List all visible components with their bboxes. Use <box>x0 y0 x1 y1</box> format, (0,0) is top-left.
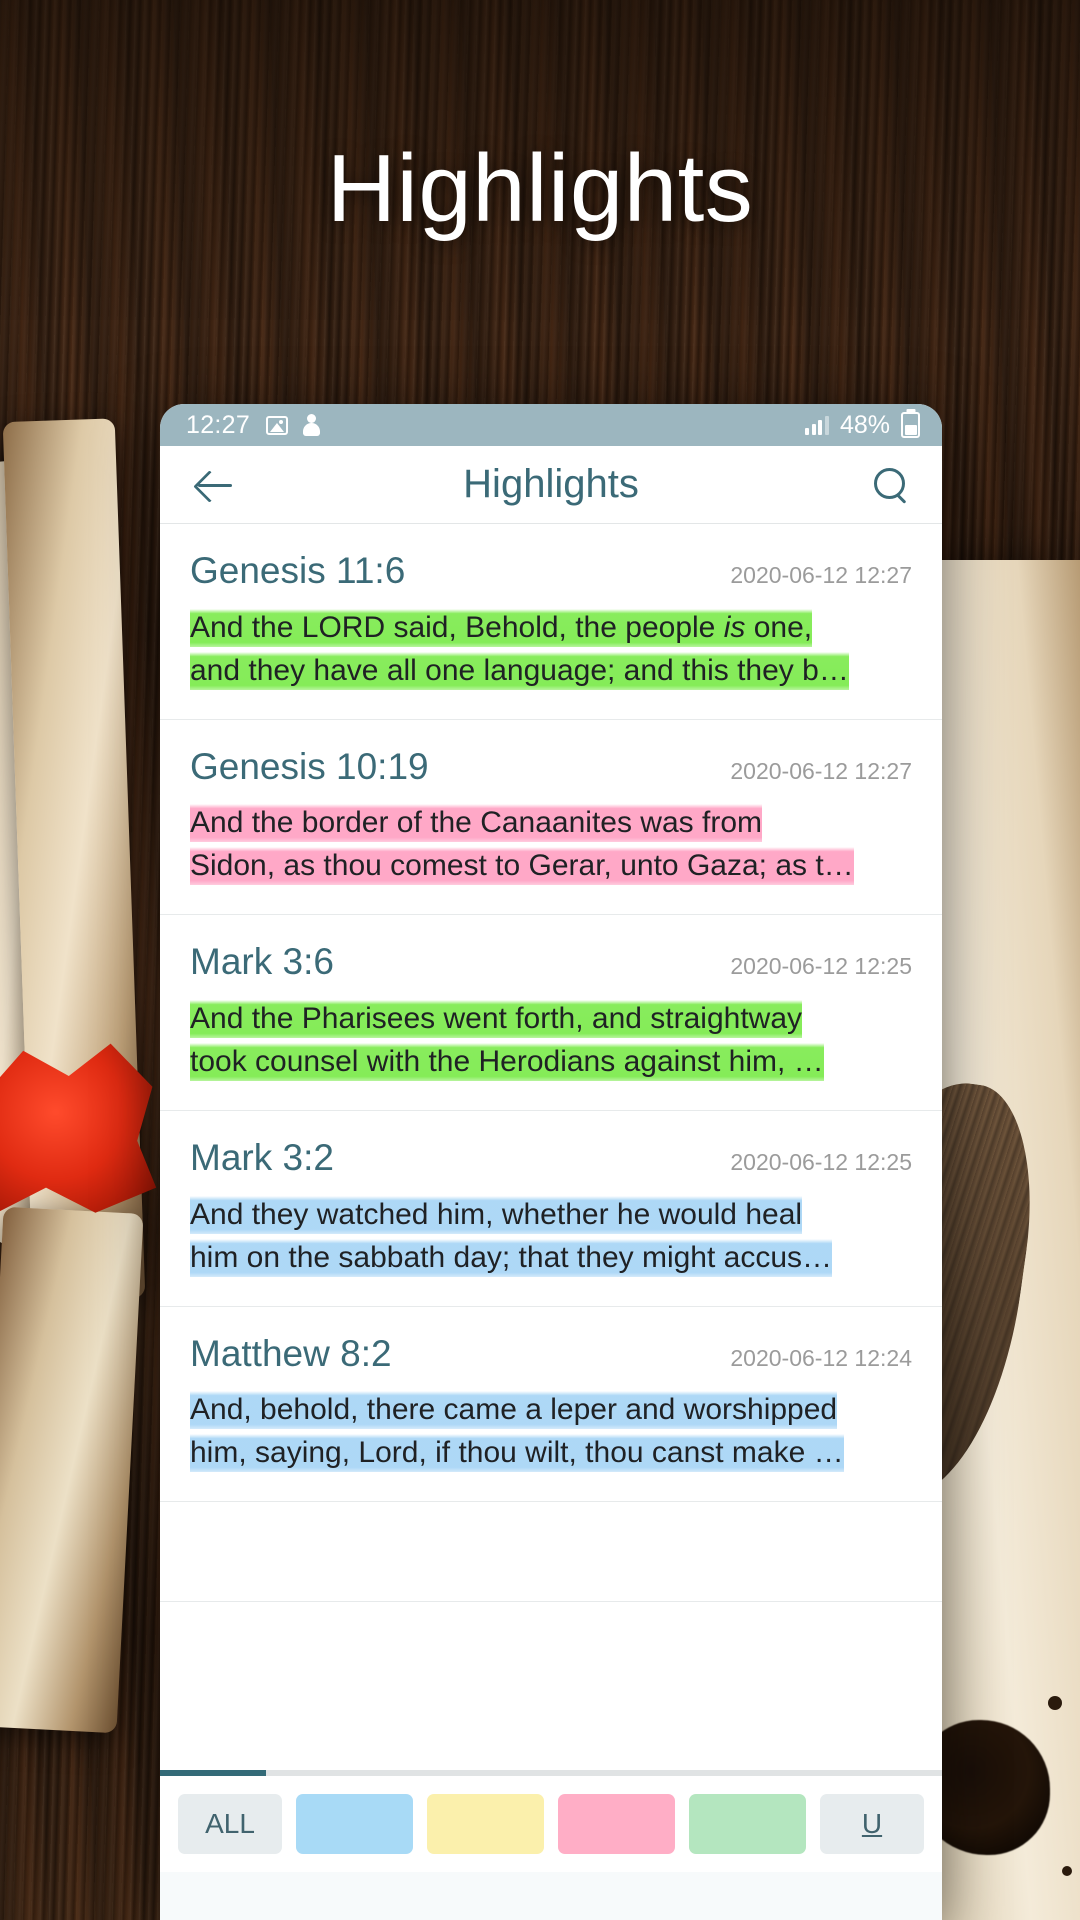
list-item-header: Mark 3:6 2020-06-12 12:25 <box>190 941 912 983</box>
verse-text: And they watched him, whether he would h… <box>190 1194 912 1280</box>
status-bar: 12:27 48% <box>160 404 942 446</box>
list-item[interactable]: Genesis 11:6 2020-06-12 12:27 And the LO… <box>160 524 942 720</box>
list-item-header: Genesis 11:6 2020-06-12 12:27 <box>190 550 912 591</box>
verse-text: And the LORD said, Behold, the people is… <box>190 607 912 693</box>
bottom-navigation-area <box>160 1872 942 1920</box>
verse-line-1: And the border of the Canaanites was fro… <box>190 804 762 843</box>
signal-icon <box>805 415 829 435</box>
verse-text: And the border of the Canaanites was fro… <box>190 802 912 888</box>
list-item-header: Matthew 8:2 2020-06-12 12:24 <box>190 1332 912 1374</box>
filter-swatch-blue[interactable] <box>296 1794 413 1854</box>
verse-line-1: And, behold, there came a leper and wors… <box>190 1391 838 1430</box>
verse-reference: Mark 3:2 <box>190 1136 334 1178</box>
filter-scrollbar-thumb[interactable] <box>160 1770 266 1776</box>
highlight-timestamp: 2020-06-12 12:24 <box>730 1344 912 1371</box>
verse-text: And the Pharisees went forth, and straig… <box>190 998 912 1084</box>
filter-all-button[interactable]: ALL <box>178 1794 282 1854</box>
verse-line-1: And the Pharisees went forth, and straig… <box>190 1000 803 1039</box>
search-icon[interactable] <box>874 467 908 502</box>
status-time: 12:27 <box>186 410 251 439</box>
list-item[interactable]: Genesis 10:19 2020-06-12 12:27 And the b… <box>160 719 942 916</box>
page-title: Highlights <box>326 135 754 242</box>
list-item-header: Genesis 10:19 2020-06-12 12:27 <box>190 745 912 787</box>
phone-screenshot: 12:27 48% Highlights Genesis 11:6 2020-0… <box>160 404 942 1920</box>
battery-percent: 48% <box>839 410 890 439</box>
list-item[interactable]: Mark 3:6 2020-06-12 12:25 And the Pharis… <box>160 915 942 1111</box>
verse-reference: Genesis 10:19 <box>190 745 429 787</box>
list-item[interactable]: Mark 3:2 2020-06-12 12:25 And they watch… <box>160 1110 942 1307</box>
verse-line-1-emphasis: is <box>723 610 746 644</box>
verse-line-2: him on the sabbath day; that they might … <box>190 1238 833 1277</box>
back-arrow-icon[interactable] <box>194 464 236 506</box>
verse-line-2: him, saying, Lord, if thou wilt, thou ca… <box>190 1434 844 1473</box>
verse-line-2: Sidon, as thou comest to Gerar, unto Gaz… <box>190 847 854 886</box>
filter-swatch-pink[interactable] <box>558 1794 675 1854</box>
list-item[interactable]: Matthew 8:2 2020-06-12 12:24 And, behold… <box>160 1306 942 1503</box>
verse-line-1-post: one, <box>745 610 813 644</box>
verse-reference: Mark 3:6 <box>190 941 334 983</box>
battery-icon <box>901 412 920 438</box>
verse-line-1: And they watched him, whether he would h… <box>190 1195 803 1234</box>
filter-scrollbar-track[interactable] <box>160 1770 942 1776</box>
highlight-timestamp: 2020-06-12 12:25 <box>730 1148 912 1175</box>
filter-swatch-yellow[interactable] <box>427 1794 544 1854</box>
person-icon <box>302 414 322 436</box>
ink-speck <box>1062 1866 1072 1876</box>
image-icon <box>266 415 289 435</box>
verse-reference: Genesis 11:6 <box>190 550 406 591</box>
app-bar: Highlights <box>160 446 942 524</box>
highlight-timestamp: 2020-06-12 12:25 <box>730 953 912 980</box>
verse-line-2: took counsel with the Herodians against … <box>190 1042 824 1081</box>
verse-text: And, behold, there came a leper and wors… <box>190 1389 912 1475</box>
highlight-timestamp: 2020-06-12 12:27 <box>730 757 912 784</box>
verse-line-1-pre: And the LORD said, Behold, the people <box>190 610 724 644</box>
filter-swatch-green[interactable] <box>689 1794 806 1854</box>
highlight-timestamp: 2020-06-12 12:27 <box>730 562 912 588</box>
list-empty-row <box>160 1502 942 1603</box>
filter-underline-button[interactable]: U <box>820 1794 924 1854</box>
list-item-header: Mark 3:2 2020-06-12 12:25 <box>190 1136 912 1178</box>
color-filter-bar: ALL U <box>160 1776 942 1872</box>
verse-line-2: and they have all one language; and this… <box>190 651 849 690</box>
verse-reference: Matthew 8:2 <box>190 1332 392 1374</box>
app-bar-title: Highlights <box>463 462 639 506</box>
highlights-list[interactable]: Genesis 11:6 2020-06-12 12:27 And the LO… <box>160 524 942 1770</box>
ink-speck <box>1048 1696 1062 1710</box>
